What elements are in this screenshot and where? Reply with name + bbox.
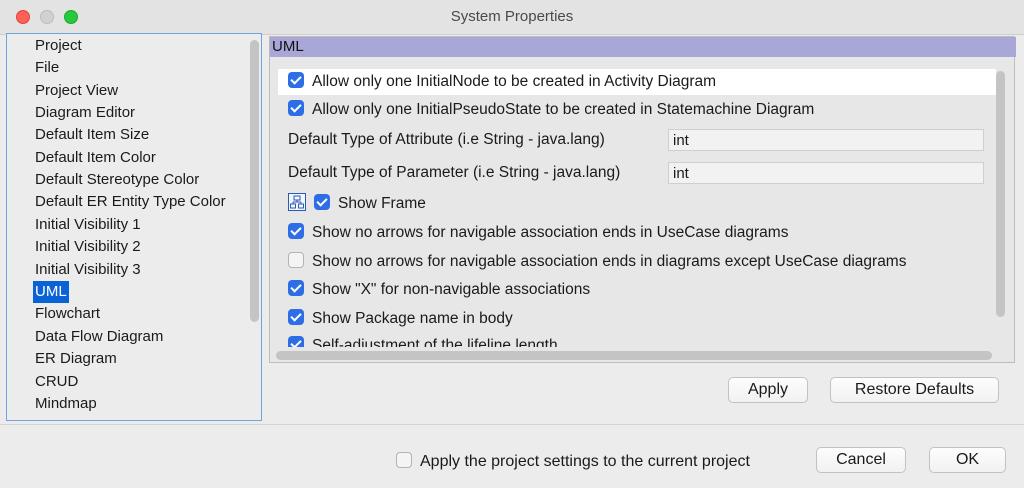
panel-horizontal-scroll-thumb[interactable] <box>276 351 992 360</box>
option-label: Show no arrows for navigable association… <box>312 224 789 241</box>
option-label: Allow only one InitialNode to be created… <box>312 73 717 90</box>
nav-item-data-flow-diagram[interactable]: Data Flow Diagram <box>33 326 165 348</box>
category-list-scroll-thumb[interactable] <box>250 40 259 322</box>
option-show-x-row[interactable]: Show "X" for non-navigable associations <box>288 277 590 303</box>
apply-project-settings-label: Apply the project settings to the curren… <box>420 453 750 470</box>
nav-item-initial-visibility-2[interactable]: Initial Visibility 2 <box>33 236 143 258</box>
nav-item-uml[interactable]: UML <box>33 281 69 303</box>
nav-item-default-item-color[interactable]: Default Item Color <box>33 147 158 169</box>
nav-item-initial-visibility-1[interactable]: Initial Visibility 1 <box>33 214 143 236</box>
option-package-name-row[interactable]: Show Package name in body <box>288 306 513 332</box>
apply-project-settings-row[interactable]: Apply the project settings to the curren… <box>396 449 750 475</box>
attribute-type-label: Default Type of Attribute (i.e String - … <box>288 131 605 148</box>
checkbox-initial-node[interactable] <box>288 71 304 88</box>
nav-item-default-er-entity-type-color[interactable]: Default ER Entity Type Color <box>33 191 228 213</box>
restore-defaults-button[interactable]: Restore Defaults <box>830 377 999 403</box>
nav-item-project-view[interactable]: Project View <box>33 80 120 102</box>
footer-divider <box>0 424 1024 425</box>
panel-vertical-scrollbar[interactable] <box>995 63 1007 353</box>
category-list: Project File Project View Diagram Editor… <box>6 33 262 421</box>
option-lifeline-row[interactable]: Self-adjustment of the lifeline length <box>288 333 558 347</box>
nav-item-crud[interactable]: CRUD <box>33 371 80 393</box>
panel-header: UML <box>270 37 1016 57</box>
option-no-arrows-usecase-row[interactable]: Show no arrows for navigable association… <box>288 220 788 246</box>
uml-settings-panel: UML Allow only one InitialNode to be cre… <box>269 36 1016 363</box>
parameter-type-field[interactable]: int <box>668 162 984 184</box>
checkbox-show-x[interactable] <box>288 279 304 296</box>
window-title: System Properties <box>450 8 574 25</box>
category-list-scrollbar[interactable] <box>248 34 261 420</box>
option-label: Show Package name in body <box>312 310 513 327</box>
frame-icon <box>288 192 306 211</box>
option-label: Show "X" for non-navigable associations <box>312 281 591 298</box>
cancel-button[interactable]: Cancel <box>816 447 906 473</box>
nav-item-er-diagram[interactable]: ER Diagram <box>33 348 119 370</box>
title-bar: System Properties <box>0 0 1024 35</box>
parameter-type-label: Default Type of Parameter (i.e String - … <box>288 164 621 181</box>
option-show-frame-row[interactable]: Show Frame <box>288 191 426 217</box>
nav-item-flowchart[interactable]: Flowchart <box>33 303 102 325</box>
checkbox-lifeline[interactable] <box>288 335 304 347</box>
option-label: Self-adjustment of the lifeline length <box>312 337 558 347</box>
nav-item-mindmap[interactable]: Mindmap <box>33 393 99 415</box>
apply-button[interactable]: Apply <box>728 377 808 403</box>
nav-item-diagram-editor[interactable]: Diagram Editor <box>33 102 137 124</box>
checkbox-no-arrows-usecase[interactable] <box>288 222 304 239</box>
checkbox-show-frame[interactable] <box>314 193 330 210</box>
option-initial-pseudostate-row[interactable]: Allow only one InitialPseudoState to be … <box>288 97 814 123</box>
option-label: Show Frame <box>338 195 426 212</box>
nav-item-initial-visibility-3[interactable]: Initial Visibility 3 <box>33 259 143 281</box>
option-lifeline-clip: Self-adjustment of the lifeline length <box>270 333 992 347</box>
nav-item-file[interactable]: File <box>33 57 61 79</box>
option-label: Show no arrows for navigable association… <box>312 253 907 270</box>
panel-vertical-scroll-thumb[interactable] <box>996 71 1005 317</box>
checkbox-no-arrows-except[interactable] <box>288 251 304 268</box>
checkbox-package-name[interactable] <box>288 308 304 325</box>
ok-button[interactable]: OK <box>929 447 1006 473</box>
checkbox-apply-project-settings[interactable] <box>396 451 412 468</box>
attribute-type-field[interactable]: int <box>668 129 984 151</box>
nav-item-default-item-size[interactable]: Default Item Size <box>33 124 151 146</box>
nav-item-project[interactable]: Project <box>33 35 84 57</box>
option-label: Allow only one InitialPseudoState to be … <box>312 101 815 118</box>
checkbox-initial-pseudostate[interactable] <box>288 99 304 116</box>
option-no-arrows-except-row[interactable]: Show no arrows for navigable association… <box>288 249 906 275</box>
nav-item-default-stereotype-color[interactable]: Default Stereotype Color <box>33 169 201 191</box>
panel-horizontal-scrollbar[interactable] <box>274 349 992 361</box>
option-initial-node-row[interactable]: Allow only one InitialNode to be created… <box>278 69 996 95</box>
